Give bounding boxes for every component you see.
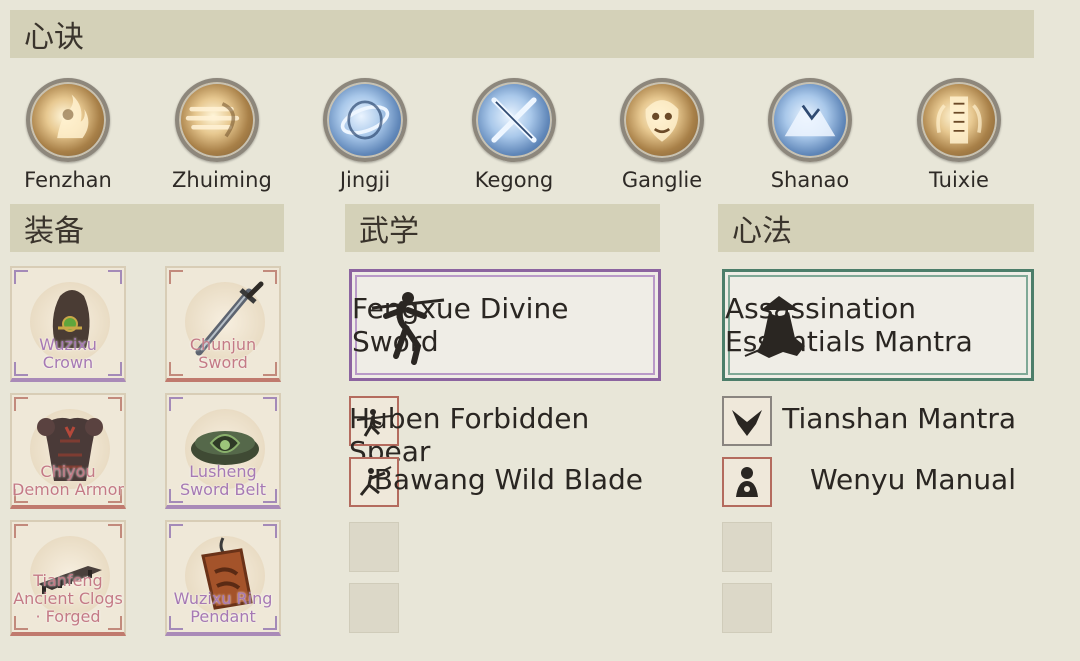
skill-fenzhan[interactable]: Fenzhan	[23, 78, 113, 192]
skill-label: Jingji	[339, 168, 391, 192]
mental-method-name: Wenyu Manual	[810, 463, 1016, 496]
mental-method-slot-icon-frame	[722, 396, 772, 446]
monk-icon	[736, 467, 758, 497]
skill-label: Ganglie	[621, 168, 703, 192]
skill-label: Fenzhan	[24, 168, 112, 192]
equip-name: Wuzixu Crown	[39, 335, 97, 372]
empty-martial-art-slot[interactable]	[349, 583, 399, 633]
skill-label: Tuixie	[929, 168, 989, 192]
skill-kegong[interactable]: Kegong	[469, 78, 559, 192]
flame-warrior-icon	[26, 78, 110, 162]
martial-art-name: Bawang Wild Blade	[373, 463, 643, 496]
equip-slot-headgear[interactable]: Wuzixu Crown	[10, 266, 126, 382]
martial-art-slot[interactable]: Huben Forbidden Spear	[349, 396, 661, 468]
mental-method-title: 心法	[732, 214, 792, 249]
empty-mental-method-slot[interactable]	[722, 522, 772, 572]
beast-face-icon	[620, 78, 704, 162]
equip-slot-armor[interactable]: Chiyou Demon Armor	[10, 393, 126, 509]
mental-method-slot[interactable]: Tianshan Mantra	[722, 396, 1034, 446]
equip-name: Chiyou Demon Armor	[12, 462, 124, 499]
equip-slot-shoes[interactable]: Tianfeng Ancient Clogs · Forged	[10, 520, 126, 636]
swordsman-icon	[371, 292, 445, 365]
skill-ganglie[interactable]: Ganglie	[617, 78, 707, 192]
empty-martial-art-slot[interactable]	[349, 522, 399, 572]
martial-arts-section-header: 武学	[345, 204, 660, 252]
skill-zhuiming[interactable]: Zhuiming	[172, 78, 272, 192]
equipment-section-header: 装备	[10, 204, 284, 252]
equip-slot-weapon[interactable]: Chunjun Sword	[165, 266, 281, 382]
equip-slot-accessory[interactable]: Wuzixu Ring Pendant	[165, 520, 281, 636]
skill-tuixie[interactable]: Tuixie	[914, 78, 1004, 192]
talisman-icon	[917, 78, 1001, 162]
equipment-title: 装备	[24, 214, 84, 249]
swirl-icon	[323, 78, 407, 162]
dash-icon	[175, 78, 259, 162]
main-martial-art-card[interactable]: Fengxue Divine Sword	[349, 269, 661, 381]
main-mental-method-card[interactable]: Assassination Essentials Mantra	[722, 269, 1034, 381]
xinjue-section-header: 心诀	[10, 10, 1034, 58]
assassin-icon	[744, 296, 805, 358]
mental-method-section-header: 心法	[718, 204, 1034, 252]
eagle-icon	[732, 410, 762, 436]
skill-label: Kegong	[474, 168, 554, 192]
skill-label: Zhuiming	[172, 168, 272, 192]
equip-slot-belt[interactable]: Lusheng Sword Belt	[165, 393, 281, 509]
martial-art-slot[interactable]: Bawang Wild Blade	[349, 457, 661, 507]
equip-name: Wuzixu Ring Pendant	[173, 589, 273, 626]
mental-method-slot-icon-frame	[722, 457, 772, 507]
equip-name: Lusheng Sword Belt	[179, 462, 267, 499]
empty-mental-method-slot[interactable]	[722, 583, 772, 633]
skill-label: Shanao	[770, 168, 850, 192]
mental-method-slot[interactable]: Wenyu Manual	[722, 457, 1034, 507]
skill-shanao[interactable]: Shanao	[765, 78, 855, 192]
martial-arts-title: 武学	[359, 214, 419, 249]
equip-name: Chunjun Sword	[189, 335, 257, 372]
equip-name: Tianfeng Ancient Clogs · Forged	[13, 571, 123, 626]
mental-method-name: Tianshan Mantra	[782, 402, 1016, 435]
xinjue-title: 心诀	[24, 20, 84, 55]
mountain-icon	[768, 78, 852, 162]
crossed-blades-icon	[472, 78, 556, 162]
skill-jingji[interactable]: Jingji	[320, 78, 410, 192]
